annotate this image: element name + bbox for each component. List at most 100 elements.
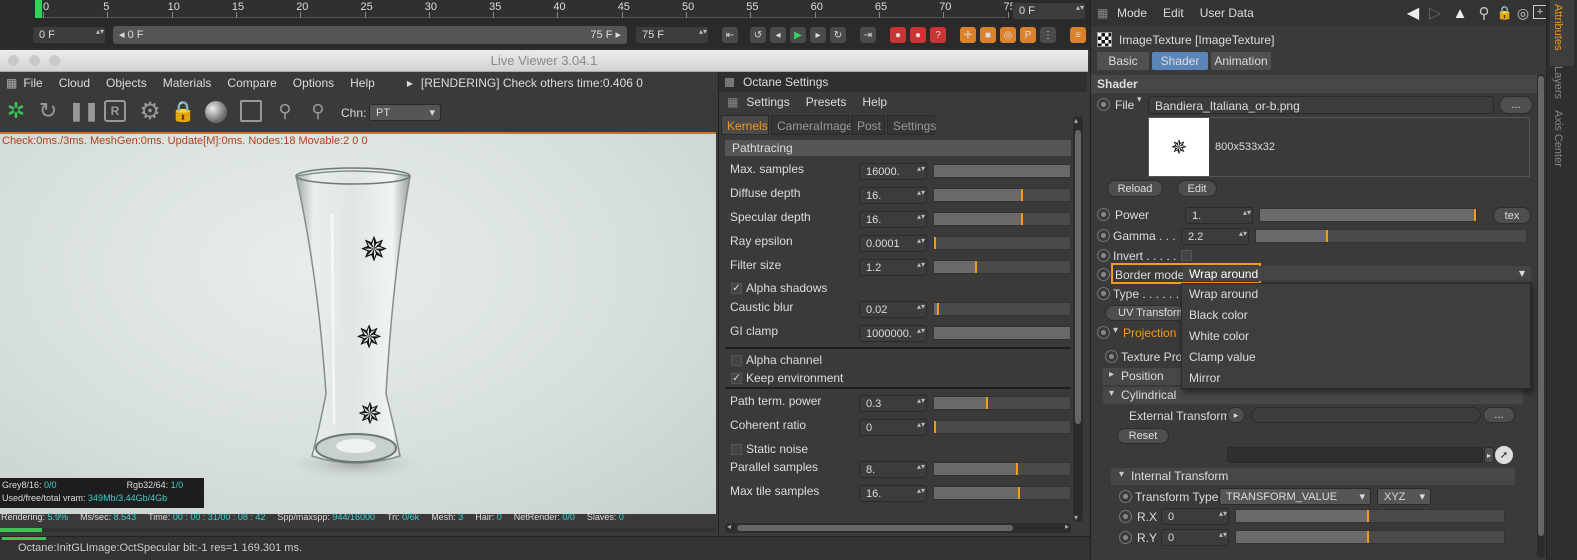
panel-menu-icon[interactable]: [725, 78, 734, 87]
param-slider[interactable]: [933, 420, 1071, 434]
projection-radio[interactable]: [1097, 326, 1110, 339]
autokey-icon[interactable]: ●: [910, 27, 926, 43]
new-panel-icon[interactable]: +: [1533, 5, 1546, 19]
pick-object-icon[interactable]: ➚: [1495, 446, 1513, 464]
rx-field[interactable]: 0: [1161, 508, 1229, 525]
play-icon[interactable]: ▶: [790, 27, 806, 43]
octane-logo-icon[interactable]: ✲: [4, 98, 28, 123]
file-menu-arrow-icon[interactable]: ▾: [1137, 94, 1142, 105]
param-slider[interactable]: [933, 462, 1071, 476]
scroll-right-icon[interactable]: ▸: [1065, 522, 1069, 531]
goto-end-icon[interactable]: ⇥: [860, 27, 876, 43]
rx-radio[interactable]: [1119, 510, 1132, 523]
rotation-order-select[interactable]: XYZ ▾: [1377, 488, 1431, 505]
record-icon[interactable]: ●: [890, 27, 906, 43]
param-slider[interactable]: [933, 212, 1071, 226]
param-slider[interactable]: [933, 396, 1071, 410]
viewer-menu-icon[interactable]: ▦: [6, 76, 17, 90]
param-slider[interactable]: [933, 260, 1071, 274]
transform-type-select[interactable]: TRANSFORM_VALUE ▾: [1219, 488, 1371, 505]
render-view[interactable]: Check:0ms./3ms. MeshGen:0ms. Update[M]:0…: [0, 134, 716, 514]
viewer-menu-compare[interactable]: Compare: [227, 76, 276, 90]
attr-menu-mode[interactable]: Mode: [1117, 6, 1147, 20]
gamma-radio[interactable]: [1097, 229, 1110, 242]
octane-menu-presets[interactable]: Presets: [806, 95, 847, 109]
hscroll-thumb[interactable]: [737, 525, 1013, 531]
external-transform-link[interactable]: [1251, 407, 1481, 423]
playhead[interactable]: [35, 0, 42, 18]
invert-radio[interactable]: [1097, 249, 1110, 262]
param-field[interactable]: 16.: [859, 485, 927, 502]
tex-button[interactable]: tex: [1493, 207, 1531, 224]
cylindrical-group[interactable]: ▾ Cylindrical: [1103, 387, 1523, 404]
external-transform-arrow[interactable]: ▸: [1227, 407, 1245, 423]
dropdown-option[interactable]: Mirror: [1182, 368, 1530, 389]
rx-slider[interactable]: [1235, 509, 1505, 523]
param-field[interactable]: 16000.: [859, 163, 927, 180]
param-slider[interactable]: [933, 326, 1071, 340]
projection-collapse-icon[interactable]: ▾: [1113, 325, 1118, 336]
step-back-icon[interactable]: ◂: [770, 27, 786, 43]
viewer-titlebar[interactable]: Live Viewer 3.04.1: [0, 50, 1088, 72]
material-ball-icon[interactable]: [205, 101, 227, 123]
type-radio[interactable]: [1097, 287, 1110, 300]
param-field[interactable]: 0.0001: [859, 235, 927, 252]
ry-slider[interactable]: [1235, 530, 1505, 544]
edit-button[interactable]: Edit: [1177, 180, 1217, 197]
scroll-left-icon[interactable]: ◂: [727, 522, 731, 531]
start-frame-field[interactable]: 0 F: [32, 26, 106, 44]
file-path-field[interactable]: Bandiera_Italiana_or-b.png: [1148, 96, 1494, 114]
power-radio[interactable]: [1097, 208, 1110, 221]
range-slider[interactable]: ◂ 0 F 75 F ▸: [113, 26, 627, 44]
border-mode-select[interactable]: Wrap around ▾: [1183, 266, 1531, 281]
material-pick-icon[interactable]: ⚲: [307, 98, 329, 124]
reload-button[interactable]: Reload: [1107, 180, 1163, 197]
internal-transform-group[interactable]: ▾ Internal Transform: [1111, 468, 1515, 485]
horizontal-scrollbar[interactable]: ◂ ▸: [725, 522, 1071, 533]
target-icon[interactable]: ◎: [1515, 4, 1531, 22]
link-field[interactable]: [1227, 447, 1483, 463]
next-key-icon[interactable]: ↻: [830, 27, 846, 43]
file-radio[interactable]: [1097, 98, 1110, 111]
rotate-key-icon[interactable]: ■: [980, 27, 996, 43]
octane-menu-help[interactable]: Help: [862, 95, 887, 109]
pla-key-icon[interactable]: ⋮: [1040, 27, 1056, 43]
reset-button[interactable]: Reset: [1117, 428, 1169, 444]
file-browse-button[interactable]: ...: [1499, 96, 1533, 114]
channel-select[interactable]: PT ▾: [369, 104, 441, 121]
vertical-scrollbar[interactable]: ▴ ▾: [1073, 116, 1083, 522]
alpha-channel-check[interactable]: [731, 355, 742, 366]
search-icon[interactable]: ⚲: [1475, 4, 1493, 22]
texture-projection-radio[interactable]: [1105, 350, 1118, 363]
param-field[interactable]: 16.: [859, 211, 927, 228]
attr-tab-animation[interactable]: Animation: [1211, 52, 1271, 70]
viewer-menu-materials[interactable]: Materials: [163, 76, 212, 90]
viewer-menu-help[interactable]: Help: [350, 76, 375, 90]
scroll-up-icon[interactable]: ▴: [1074, 116, 1078, 125]
power-field[interactable]: 1.: [1185, 207, 1253, 224]
side-tab-axis-center[interactable]: Axis Center: [1552, 110, 1564, 167]
move-key-icon[interactable]: ✛: [960, 27, 976, 43]
link-arrow[interactable]: ▸: [1484, 447, 1494, 463]
param-slider[interactable]: [933, 486, 1071, 500]
param-slider[interactable]: [933, 236, 1071, 250]
attr-menu-user-data[interactable]: User Data: [1200, 6, 1254, 20]
octane-tab-kernels[interactable]: Kernels: [721, 115, 769, 135]
dropdown-option[interactable]: Clamp value: [1182, 347, 1530, 368]
octane-menu-settings[interactable]: Settings: [746, 95, 789, 109]
step-forward-icon[interactable]: ▸: [810, 27, 826, 43]
uv-transform-button[interactable]: UV Transform: [1105, 305, 1186, 321]
viewer-menu-options[interactable]: Options: [293, 76, 334, 90]
focus-pick-icon[interactable]: ⚲: [274, 98, 296, 124]
octane-tab-cameraimager[interactable]: CameraImager: [771, 115, 857, 135]
param-field[interactable]: 1000000.: [859, 325, 927, 342]
param-field[interactable]: 8.: [859, 461, 927, 478]
transform-type-radio[interactable]: [1119, 490, 1132, 503]
pointer-icon[interactable]: ▲: [1451, 4, 1469, 22]
side-tab-attributes[interactable]: Attributes: [1552, 4, 1564, 50]
scale-key-icon[interactable]: ◎: [1000, 27, 1016, 43]
octane-title-bar[interactable]: Octane Settings: [719, 72, 1087, 92]
dropdown-option[interactable]: White color: [1182, 326, 1530, 347]
param-field[interactable]: 16.: [859, 187, 927, 204]
region-render-icon[interactable]: R: [104, 100, 126, 122]
